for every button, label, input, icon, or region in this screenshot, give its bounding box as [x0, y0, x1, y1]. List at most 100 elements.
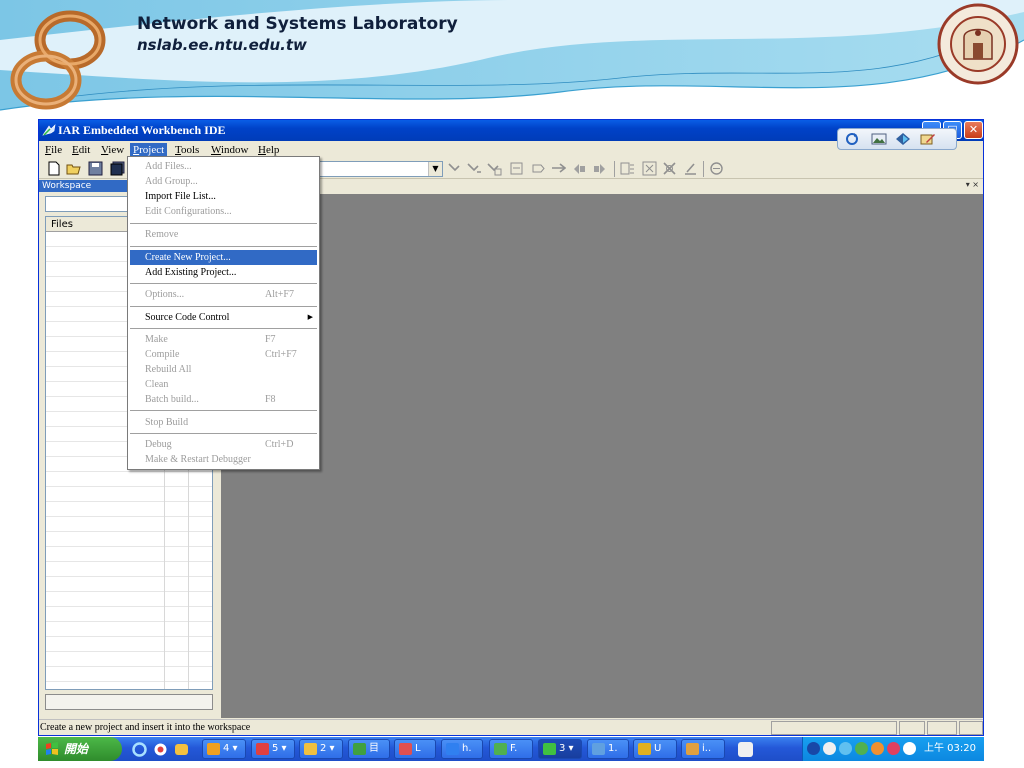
refresh-icon[interactable] — [844, 132, 860, 146]
taskbar-button[interactable]: 4 ▾ — [202, 739, 246, 759]
open-folder-icon[interactable] — [66, 161, 81, 176]
menu-separator — [130, 246, 317, 247]
menu-item-shortcut: F8 — [265, 394, 276, 405]
configuration-combo[interactable]: ▼ — [317, 161, 443, 177]
workspace-tab[interactable] — [45, 694, 213, 710]
taskbar-button-label: L — [415, 743, 421, 754]
menu-item-label: Rebuild All — [145, 364, 192, 375]
tray-arrow-icon[interactable] — [807, 742, 820, 755]
menu-item-stop-build[interactable]: Stop Build — [130, 415, 317, 430]
menu-item-edit-configurations[interactable]: Edit Configurations... — [130, 204, 317, 219]
find-next-icon[interactable] — [467, 161, 482, 176]
lab-title: Network and Systems Laboratory — [137, 14, 458, 34]
taskbar-button[interactable]: U — [633, 739, 677, 759]
toggle-breakpoint-icon[interactable] — [683, 161, 698, 176]
taskbar-app-icon — [207, 743, 220, 755]
taskbar-button-label: F. — [510, 743, 518, 754]
taskbar-button[interactable]: L — [394, 739, 436, 759]
menu-item-label: Stop Build — [145, 417, 189, 428]
taskbar-app-icon — [543, 743, 556, 755]
navigate-back-icon[interactable] — [572, 161, 587, 176]
app-tray-icon[interactable] — [887, 742, 900, 755]
clock: 上午 03:20 — [924, 743, 976, 754]
lab-url: nslab.ee.ntu.edu.tw — [137, 36, 307, 54]
taskbar-button-label: 3 ▾ — [559, 743, 574, 754]
menu-item-import-file-list[interactable]: Import File List... — [130, 189, 317, 204]
edit-icon[interactable] — [920, 132, 936, 146]
menu-item-source-code-control[interactable]: Source Code Control ▶ — [130, 310, 317, 325]
menu-item-rebuild-all[interactable]: Rebuild All — [130, 362, 317, 377]
taskbar-app-icon — [353, 743, 366, 755]
taskbar-button-label: 2 ▾ — [320, 743, 335, 754]
network-tray-icon[interactable] — [823, 742, 836, 755]
make-icon[interactable] — [642, 161, 657, 176]
bookmark-icon[interactable] — [531, 161, 546, 176]
update-tray-icon[interactable] — [871, 742, 884, 755]
menu-item-add-group[interactable]: Add Group... — [130, 174, 317, 189]
keyboard-icon[interactable] — [738, 742, 753, 757]
stop-build-icon[interactable] — [662, 161, 677, 176]
menu-separator — [130, 433, 317, 434]
statusbar: Create a new project and insert it into … — [39, 719, 983, 735]
editor-area[interactable] — [221, 194, 983, 718]
next-bookmark-icon[interactable] — [551, 161, 566, 176]
save-icon[interactable] — [88, 161, 103, 176]
taskbar-button-label: 5 ▾ — [272, 743, 287, 754]
messenger-icon[interactable] — [174, 742, 189, 757]
menu-item-label: Compile — [145, 349, 180, 360]
find-icon[interactable] — [447, 161, 462, 176]
taskbar-button[interactable]: h. — [441, 739, 483, 759]
search-tray-icon[interactable] — [839, 742, 852, 755]
combo-arrow-icon[interactable]: ▼ — [428, 162, 442, 176]
workspace-title: Workspace — [39, 180, 129, 192]
menu-item-make-restart-debugger[interactable]: Make & Restart Debugger — [130, 452, 317, 467]
close-button[interactable]: ✕ — [964, 121, 983, 139]
navigate-forward-icon[interactable] — [592, 161, 607, 176]
windows-flag-icon — [46, 742, 58, 755]
volume-tray-icon[interactable] — [903, 742, 916, 755]
taskbar-button[interactable]: F. — [489, 739, 533, 759]
start-button[interactable]: 開始 — [38, 737, 122, 761]
taskbar-button[interactable]: i.. — [681, 739, 725, 759]
taskbar-button[interactable]: 1. — [587, 739, 629, 759]
menu-view[interactable]: View — [98, 143, 127, 158]
menu-item-compile[interactable]: Compile Ctrl+F7 — [130, 347, 317, 362]
menu-item-batch-build[interactable]: Batch build... F8 — [130, 392, 317, 407]
menu-item-add-files[interactable]: Add Files... — [130, 159, 317, 174]
menu-separator — [130, 410, 317, 411]
menu-item-clean[interactable]: Clean — [130, 377, 317, 392]
menu-item-make[interactable]: Make F7 — [130, 332, 317, 347]
taskbar-app-icon — [686, 743, 699, 755]
menu-item-remove[interactable]: Remove — [130, 227, 317, 242]
antivirus-tray-icon[interactable] — [855, 742, 868, 755]
menu-separator — [130, 223, 317, 224]
status-text: Create a new project and insert it into … — [40, 722, 251, 733]
menu-file[interactable]: File — [42, 143, 65, 158]
taskbar-button[interactable]: 目 — [348, 739, 390, 759]
find-in-files-icon[interactable] — [487, 161, 502, 176]
menu-item-label: Source Code Control — [145, 312, 230, 323]
menu-item-label: Import File List... — [145, 191, 216, 202]
taskbar-button[interactable]: 3 ▾ — [538, 739, 582, 759]
network-icon[interactable] — [895, 132, 911, 146]
menu-edit[interactable]: Edit — [69, 143, 93, 158]
browser-icon[interactable] — [153, 742, 168, 757]
taskbar-app-icon — [446, 743, 459, 755]
menu-item-debug[interactable]: Debug Ctrl+D — [130, 437, 317, 452]
image-icon[interactable] — [871, 132, 887, 146]
taskbar-app-icon — [494, 743, 507, 755]
workspace-controls[interactable]: ▾ × — [966, 180, 979, 189]
status-panel — [771, 721, 897, 735]
save-all-icon[interactable] — [110, 161, 125, 176]
taskbar-button[interactable]: 5 ▾ — [251, 739, 295, 759]
goto-icon[interactable] — [509, 161, 524, 176]
new-file-icon[interactable] — [46, 161, 61, 176]
taskbar-app-icon — [256, 743, 269, 755]
menu-item-options[interactable]: Options... Alt+F7 — [130, 287, 317, 302]
menu-item-add-existing-project[interactable]: Add Existing Project... — [130, 265, 317, 280]
debug-icon[interactable] — [709, 161, 724, 176]
compile-icon[interactable] — [620, 161, 635, 176]
taskbar-button[interactable]: 2 ▾ — [299, 739, 343, 759]
ie-icon[interactable] — [132, 742, 147, 757]
menu-item-create-new-project[interactable]: Create New Project... — [130, 250, 317, 265]
